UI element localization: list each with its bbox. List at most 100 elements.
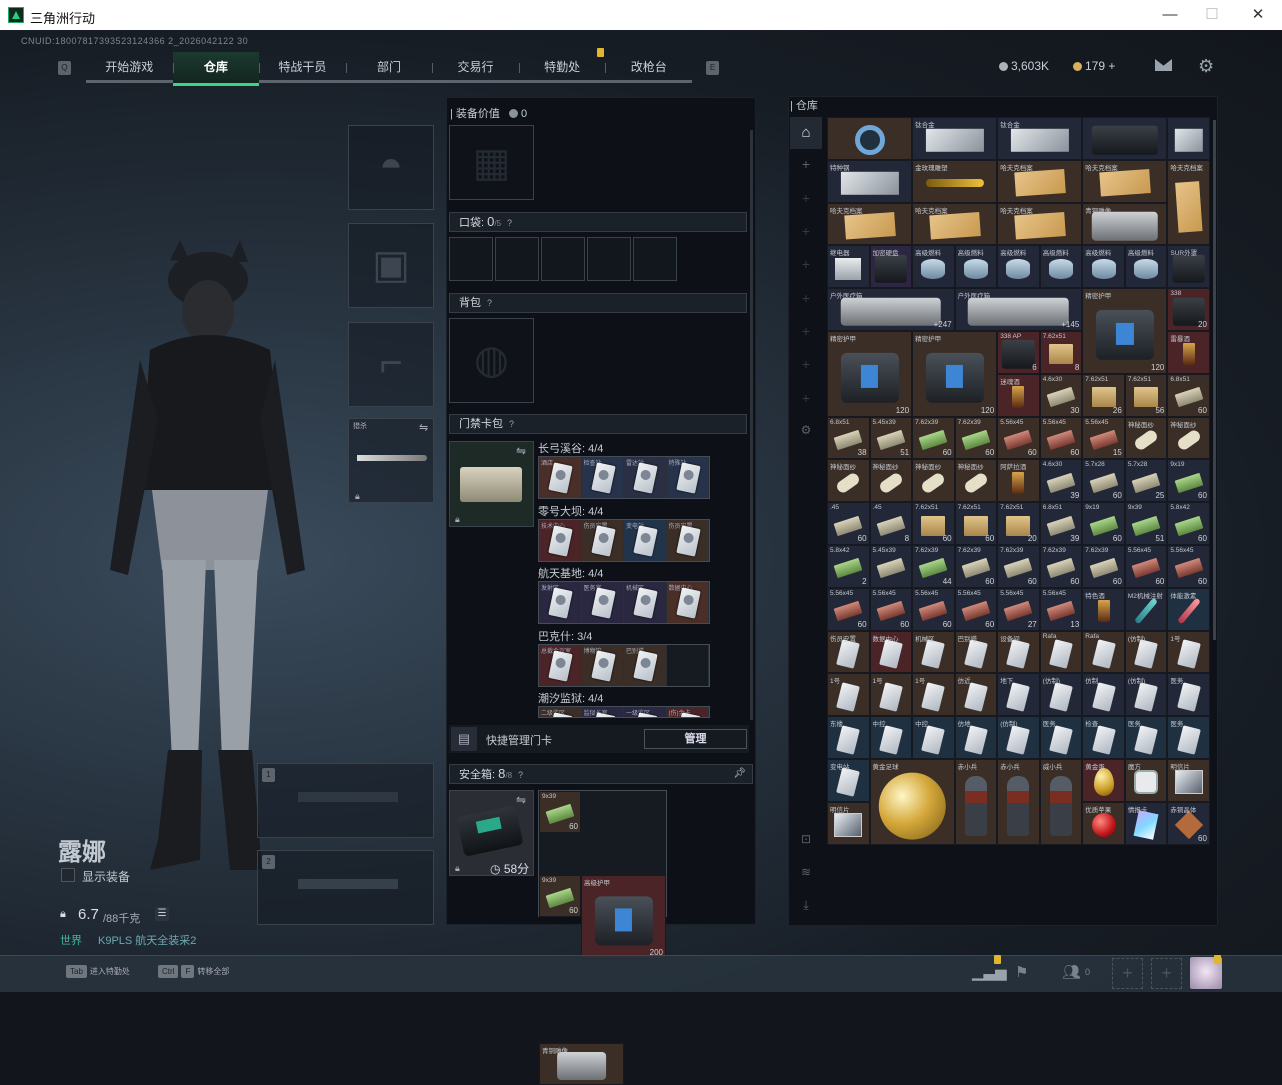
nav-prev-key[interactable]: Q — [58, 61, 71, 75]
warehouse-item[interactable]: 高级燃料 — [997, 245, 1040, 289]
keycard-slot[interactable]: 博物馆 — [581, 644, 624, 686]
warehouse-item[interactable]: 338 AP 6 — [997, 330, 1040, 374]
warehouse-item[interactable]: 黄金蛋 — [1082, 758, 1125, 802]
warehouse-item[interactable]: 哈夫克档案 — [997, 159, 1083, 203]
keycard-slot[interactable]: 特殊站 — [666, 457, 709, 498]
warehouse-item[interactable]: 医务 — [1167, 716, 1210, 759]
warehouse-item[interactable]: 数据中心 — [869, 630, 913, 674]
transfer-all-hint[interactable]: Ctrl F 转移全部 — [158, 965, 229, 978]
warehouse-item[interactable]: Rafa — [1082, 630, 1125, 674]
warehouse-item[interactable]: 5.56x45 60 — [827, 587, 870, 631]
add-warehouse-tab-icon[interactable]: + — [790, 190, 822, 206]
warehouse-item[interactable]: 精密护甲 120 — [1082, 288, 1168, 374]
warehouse-item[interactable]: 4.6x30 39 — [1039, 459, 1083, 503]
swap-icon[interactable]: ⇋ — [516, 444, 526, 458]
body-armor-slot[interactable]: ▣ — [348, 223, 434, 308]
warehouse-item[interactable]: 检查 — [1082, 716, 1125, 759]
keycard-slot[interactable]: 检查站 — [581, 457, 624, 498]
warehouse-item[interactable]: 338 20 — [1167, 288, 1210, 331]
warehouse-item[interactable]: 7.62x39 60 — [997, 544, 1040, 588]
warehouse-item[interactable]: 神秘面纱 — [869, 459, 913, 503]
help-icon[interactable]: ? — [518, 766, 523, 784]
keycard-slot[interactable]: 二级监区 — [539, 707, 582, 717]
primary-weapon-slot-2[interactable]: 2 — [257, 850, 434, 925]
warehouse-item[interactable]: 5.56x45 60 — [869, 587, 913, 631]
add-warehouse-tab-icon[interactable]: + — [790, 390, 822, 406]
warehouse-item[interactable]: 户外医疗箱 +145 — [954, 288, 1083, 331]
settings-gear-icon[interactable]: ⚙ — [1198, 56, 1214, 77]
friends-icon[interactable]: 👥︎ — [1062, 963, 1081, 981]
warehouse-item[interactable]: 仿近 — [954, 673, 998, 717]
keycard-slot[interactable]: 雷达站 — [624, 457, 667, 498]
warehouse-item[interactable]: 医务 — [1039, 716, 1083, 759]
warehouse-item[interactable]: 5.56x45 60 — [912, 587, 955, 631]
keycard-slot[interactable]: 伤员安置 — [666, 519, 709, 561]
keycard-slot[interactable] — [666, 644, 709, 686]
keycard-slot[interactable]: 监狱长室 — [581, 707, 624, 717]
backpack-slot[interactable]: ◍ — [449, 318, 534, 403]
warehouse-item[interactable]: 神秘面纱 — [1167, 416, 1210, 460]
invite-slot-button[interactable]: + — [1112, 958, 1143, 989]
keycard-slot[interactable]: (伤)金卡 — [666, 707, 709, 717]
warehouse-item[interactable]: 7.62x39 60 — [912, 416, 955, 460]
warehouse-item[interactable]: 神秘面纱 — [1124, 416, 1168, 460]
warehouse-item[interactable]: 神秘面纱 — [954, 459, 998, 503]
warehouse-item[interactable]: (仿制) — [1039, 673, 1083, 717]
warehouse-item[interactable]: 7.62x39 60 — [1039, 544, 1083, 588]
warehouse-item[interactable]: 7.62x39 60 — [954, 544, 998, 588]
minimize-button[interactable]: — — [1152, 4, 1188, 26]
warehouse-item[interactable]: 户外医疗箱 +247 — [827, 288, 955, 331]
keycard-slot[interactable]: 数据中心 — [666, 582, 709, 623]
warehouse-item[interactable]: 仿地 — [954, 716, 998, 759]
warehouse-item[interactable]: 哈夫克档案 — [912, 202, 998, 246]
warehouse-item[interactable]: 1号 — [869, 673, 913, 717]
enter-special-ops-hint[interactable]: Tab 进入特勤处 — [66, 965, 130, 978]
maximize-button[interactable]: ☐ — [1194, 4, 1230, 26]
warehouse-item[interactable]: SUR外罩 — [1167, 245, 1210, 289]
warehouse-item[interactable]: 7.62x51 60 — [912, 502, 955, 545]
warehouse-item[interactable]: 5.56x45 27 — [997, 587, 1040, 631]
keycard-slot[interactable]: 酒店 — [539, 457, 582, 498]
warehouse-item[interactable]: 5.45x39 51 — [869, 416, 913, 460]
keycard-slot[interactable]: 一级监区 — [624, 707, 667, 717]
warehouse-item[interactable]: 伤员安置 — [827, 630, 870, 674]
equipment-scrollbar[interactable] — [750, 130, 753, 720]
keycard-slot[interactable]: 伤员安置 — [581, 519, 624, 561]
warehouse-item[interactable]: 5.56x45 60 — [1039, 416, 1083, 460]
add-warehouse-tab-icon[interactable]: + — [790, 356, 822, 372]
warehouse-item[interactable]: 特种钢 — [827, 159, 913, 203]
warehouse-item[interactable]: 7.62x51 20 — [997, 502, 1040, 545]
warehouse-item[interactable]: 青铜雕像 — [1082, 202, 1168, 246]
chest-rig-slot[interactable]: ▦ — [449, 125, 534, 200]
warehouse-scrollbar[interactable] — [1213, 120, 1216, 640]
add-warehouse-tab-icon[interactable]: + — [790, 290, 822, 306]
warehouse-item[interactable]: 6.8x51 39 — [1039, 502, 1083, 545]
warehouse-item[interactable]: 设备间 — [997, 630, 1040, 674]
layers-icon[interactable]: ≋ — [790, 865, 822, 879]
warehouse-item[interactable]: 5.56x45 60 — [1167, 544, 1210, 588]
nav-tab[interactable]: 交易行 — [432, 52, 519, 83]
help-icon[interactable]: ? — [509, 415, 514, 433]
safebox-slot[interactable]: ⇋ 🔒︎ ◷ 58分 — [449, 790, 534, 876]
warehouse-item[interactable]: 5.7x28 25 — [1124, 459, 1168, 503]
warehouse-item[interactable]: 7.62x51 8 — [1039, 330, 1083, 374]
warehouse-item[interactable]: 黄金足球 — [869, 758, 955, 845]
keycard-slot[interactable]: 技术中心 — [539, 519, 582, 561]
warehouse-item[interactable]: 精密护甲 120 — [827, 330, 913, 417]
warehouse-item[interactable]: 7.62x39 60 — [1082, 544, 1125, 588]
warehouse-item[interactable]: 仿制 — [1082, 673, 1125, 717]
warehouse-item[interactable]: 5.56x45 15 — [1082, 416, 1125, 460]
warehouse-item[interactable]: 6.8x51 60 — [1167, 373, 1210, 417]
warehouse-item[interactable]: 中控 — [912, 716, 955, 759]
warehouse-item[interactable]: 1号 — [912, 673, 955, 717]
warehouse-item[interactable] — [1167, 117, 1210, 160]
warehouse-item[interactable]: .45 8 — [869, 502, 913, 545]
warehouse-item[interactable]: 金玫瑰雕塑 — [912, 159, 998, 203]
warehouse-item[interactable]: 赤小兵 — [954, 758, 998, 845]
warehouse-item[interactable]: 高级燃料 — [954, 245, 998, 289]
warehouse-item[interactable]: 5.56x45 60 — [954, 587, 998, 631]
warehouse-item[interactable]: 7.62x51 26 — [1082, 373, 1125, 417]
keycard-case-slot[interactable]: ⇋ 🔒︎ — [449, 441, 534, 527]
warehouse-item[interactable]: 神秘面纱 — [912, 459, 955, 503]
warehouse-item[interactable]: 赤小兵 — [997, 758, 1040, 845]
